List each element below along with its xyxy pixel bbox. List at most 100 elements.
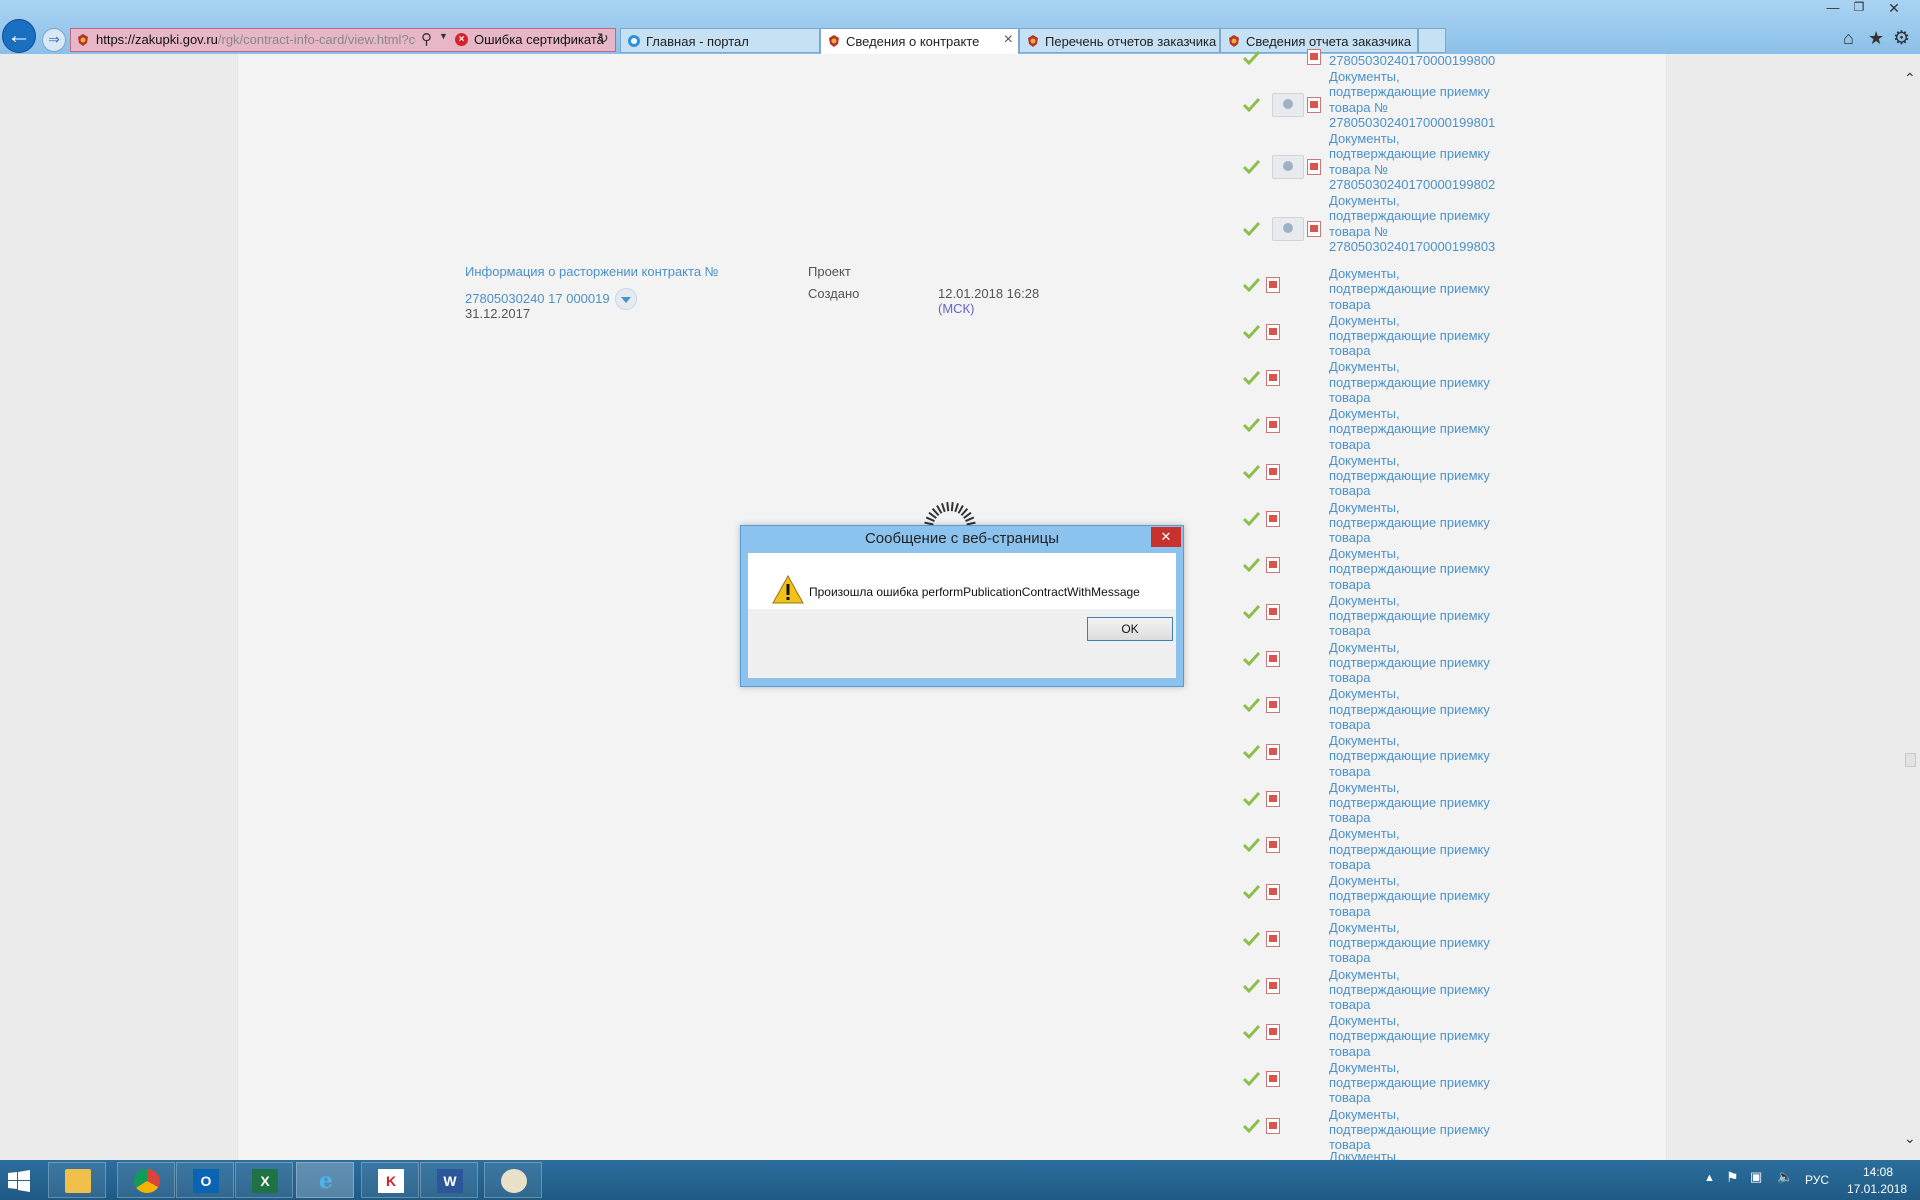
dialog-close-button[interactable]: ✕ <box>1151 527 1181 547</box>
pdf-file-icon[interactable] <box>1266 323 1280 340</box>
document-link[interactable]: Документы, подтверждающие приемку товара <box>1329 686 1509 732</box>
input-language[interactable]: РУС <box>1805 1173 1829 1187</box>
windows-start-icon[interactable] <box>8 1170 30 1192</box>
tray-expand-icon[interactable]: ▲ <box>1704 1172 1715 1184</box>
pdf-file-icon[interactable] <box>1266 930 1280 947</box>
document-link[interactable]: Документы, <box>1329 1149 1500 1160</box>
taskbar-kaspersky[interactable]: K <box>361 1162 419 1198</box>
certificate-error-icon[interactable]: × <box>455 33 468 46</box>
pdf-file-icon[interactable] <box>1266 603 1280 620</box>
document-link[interactable]: Документы, подтверждающие приемку товара <box>1329 1013 1509 1059</box>
document-link[interactable]: Документы, подтверждающие приемку товара <box>1329 500 1509 546</box>
home-icon[interactable]: ⌂ <box>1843 28 1854 49</box>
document-link[interactable]: Документы, подтверждающие приемку товара <box>1329 967 1509 1013</box>
forward-button[interactable]: ⇒ <box>42 28 66 52</box>
volume-muted-icon[interactable]: 🔈 <box>1777 1169 1793 1185</box>
scroll-down-icon[interactable]: ⌄ <box>1904 1130 1916 1147</box>
signature-seal-icon[interactable] <box>1272 155 1304 179</box>
taskbar-word[interactable]: W <box>420 1162 478 1198</box>
taskbar-file-explorer[interactable] <box>48 1162 106 1198</box>
refresh-icon[interactable]: ↻ <box>597 30 609 47</box>
pdf-file-icon[interactable] <box>1266 977 1280 994</box>
close-tab-icon[interactable]: × <box>1004 31 1013 49</box>
document-link[interactable]: Документы, подтверждающие приемку товара <box>1329 826 1509 872</box>
document-link[interactable]: Документы, подтверждающие приемку товара <box>1329 453 1509 499</box>
scrollbar-thumb[interactable] <box>1905 753 1916 767</box>
new-tab-button[interactable] <box>1418 28 1446 53</box>
chevron-down-icon[interactable]: ▼ <box>439 31 448 41</box>
clock-time[interactable]: 14:08 <box>1848 1165 1908 1179</box>
termination-number-link[interactable]: 27805030240 17 000019 <box>465 291 610 306</box>
pdf-file-icon[interactable] <box>1307 221 1321 237</box>
termination-info-link[interactable]: Информация о расторжении контракта № <box>465 264 719 279</box>
signature-seal-icon[interactable] <box>1272 217 1304 241</box>
document-link[interactable]: Документы, подтверждающие приемку товара <box>1329 640 1509 686</box>
clock-date[interactable]: 17.01.2018 <box>1840 1182 1914 1196</box>
document-link-line: Документы, <box>1329 546 1400 562</box>
pdf-file-icon[interactable] <box>1266 1070 1280 1087</box>
pdf-file-icon[interactable] <box>1266 370 1280 387</box>
signature-seal-icon[interactable] <box>1272 93 1304 117</box>
document-link[interactable]: Документы, подтверждающие приемку товара <box>1329 546 1509 592</box>
pdf-file-icon[interactable] <box>1266 697 1280 714</box>
kaspersky-icon: K <box>378 1169 404 1193</box>
document-link[interactable]: Документы, подтверждающие приемку товара <box>1329 733 1509 779</box>
document-link-line: товара <box>1329 810 1371 826</box>
taskbar-chrome[interactable] <box>117 1162 175 1198</box>
pdf-file-icon[interactable] <box>1266 557 1280 574</box>
window-close-icon[interactable]: ✕ <box>1872 0 1916 18</box>
taskbar-outlook[interactable]: O <box>176 1162 234 1198</box>
scroll-up-icon[interactable]: ⌃ <box>1904 70 1916 87</box>
pdf-file-icon[interactable] <box>1266 463 1280 480</box>
document-link-line: подтверждающие приемку <box>1329 981 1490 997</box>
pdf-file-icon[interactable] <box>1266 417 1280 434</box>
restore-icon[interactable]: ❐ <box>1846 0 1872 18</box>
network-icon[interactable]: ▣ <box>1750 1169 1762 1185</box>
document-link[interactable]: Документы, подтверждающие приемку товара №… <box>1329 131 1509 192</box>
gear-icon[interactable]: ⚙ <box>1893 27 1910 50</box>
document-link-line: подтверждающие приемку <box>1329 794 1490 810</box>
pdf-file-icon[interactable] <box>1266 1117 1280 1134</box>
pdf-file-icon[interactable] <box>1266 884 1280 901</box>
document-link[interactable]: Документы, подтверждающие приемку товара <box>1329 266 1509 312</box>
pdf-file-icon[interactable] <box>1266 744 1280 760</box>
document-link-line: товара <box>1329 389 1371 405</box>
document-link[interactable]: Документы, подтверждающие приемку товара <box>1329 359 1509 405</box>
document-link[interactable]: Документы, подтверждающие приемку товара <box>1329 780 1509 826</box>
pdf-file-icon[interactable] <box>1266 837 1280 854</box>
document-link[interactable]: Документы, подтверждающие приемку товара <box>1329 593 1509 639</box>
document-link[interactable]: Документы, подтверждающие приемку товара <box>1329 406 1509 452</box>
pdf-file-icon[interactable] <box>1266 790 1280 807</box>
url-text[interactable]: https://zakupki.gov.ru/rgk/contract-info… <box>96 32 416 47</box>
ok-button[interactable]: OK <box>1087 617 1173 641</box>
search-icon[interactable]: ⚲ <box>421 30 437 48</box>
tab-main-portal[interactable]: Главная - портал <box>620 28 820 53</box>
action-center-flag-icon[interactable]: ⚑ <box>1726 1169 1739 1186</box>
pdf-file-icon[interactable] <box>1307 49 1321 65</box>
document-link[interactable]: Документы, подтверждающие приемку товара <box>1329 313 1509 359</box>
pdf-file-icon[interactable] <box>1307 97 1321 113</box>
pdf-file-icon[interactable] <box>1266 510 1280 527</box>
pdf-file-icon[interactable] <box>1266 1024 1280 1041</box>
expand-toggle-icon[interactable] <box>615 288 637 310</box>
document-link[interactable]: Документы, подтверждающие приемку товара <box>1329 873 1509 919</box>
pdf-file-icon[interactable] <box>1266 650 1280 667</box>
pdf-file-icon[interactable] <box>1266 277 1280 293</box>
back-button[interactable]: ← <box>2 19 36 53</box>
document-link[interactable]: Документы, подтверждающие приемку товара <box>1329 1107 1509 1153</box>
document-link[interactable]: Документы, подтверждающие приемку товара №… <box>1329 69 1509 130</box>
document-link[interactable]: Документы, подтверждающие приемку товара №… <box>1329 193 1509 254</box>
certificate-error-label[interactable]: Ошибка сертификата <box>474 32 604 47</box>
taskbar-internet-explorer[interactable]: e <box>296 1162 354 1198</box>
taskbar-excel[interactable]: X <box>235 1162 293 1198</box>
address-bar[interactable]: https://zakupki.gov.ru/rgk/contract-info… <box>70 28 616 52</box>
pdf-file-icon[interactable] <box>1307 159 1321 175</box>
tab-contract-info[interactable]: Сведения о контракте × <box>820 28 1019 54</box>
document-link[interactable]: Документы, подтверждающие приемку товара <box>1329 920 1509 966</box>
document-link[interactable]: 278050302401700001998​00 <box>1329 53 1509 68</box>
taskbar-paint[interactable] <box>484 1162 542 1198</box>
minimize-icon[interactable]: — <box>1820 0 1846 18</box>
document-link[interactable]: Документы, подтверждающие приемку товара <box>1329 1060 1509 1106</box>
tab-customer-reports[interactable]: Перечень отчетов заказчика <box>1019 28 1220 53</box>
favorites-star-icon[interactable]: ★ <box>1868 28 1884 49</box>
